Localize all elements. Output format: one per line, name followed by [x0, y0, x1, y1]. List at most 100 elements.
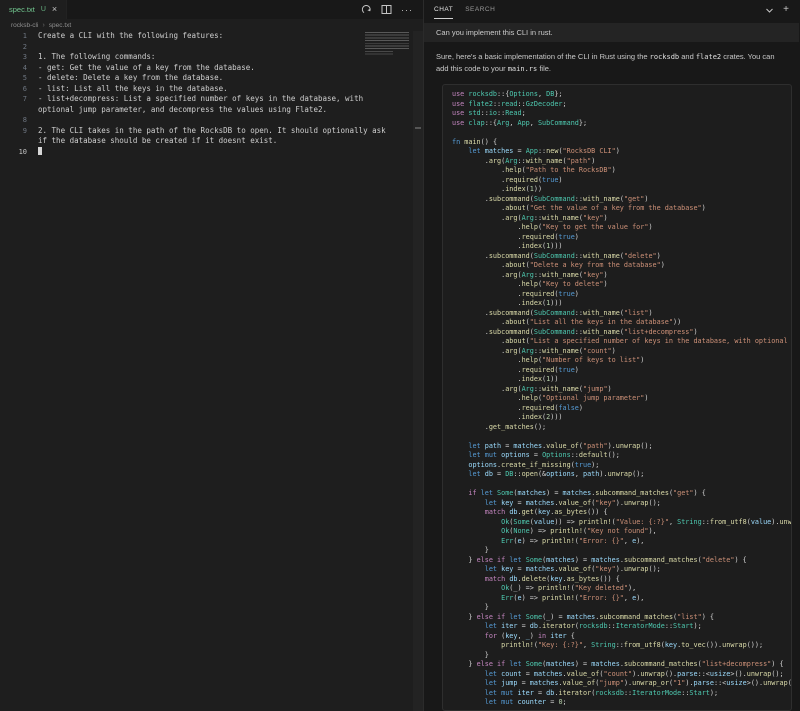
line-text: - list+decompress: List a specified numb…	[27, 94, 363, 105]
code-line: .subcommand(SubCommand::with_name("get")	[452, 195, 791, 205]
code-line: } else if let Some(_) = matches.subcomma…	[452, 613, 791, 623]
user-message: Can you implement this CLI in rust.	[424, 23, 799, 42]
code-line: .required(true)	[452, 176, 791, 186]
line-text: optional jump parameter, and decompress …	[27, 105, 327, 116]
code-line: fn main() {	[452, 138, 791, 148]
code-line: .arg(Arg::with_name("key")	[452, 214, 791, 224]
new-chat-plus-icon[interactable]: +	[783, 5, 789, 15]
git-untracked-badge: U	[41, 6, 46, 13]
assistant-message: Sure, here's a basic implementation of t…	[424, 42, 799, 79]
code-line: for (key, _) in iter {	[452, 632, 791, 642]
code-line: let iter = db.iterator(rocksdb::Iterator…	[452, 622, 791, 632]
code-line: .get_matches();	[452, 423, 791, 433]
line-text	[27, 147, 42, 158]
rust-code-block[interactable]: use rocksdb::{Options, DB};use flate2::r…	[442, 84, 792, 711]
line-text: Create a CLI with the following features…	[27, 31, 223, 42]
code-line: .arg(Arg::with_name("jump")	[452, 385, 791, 395]
code-line: .about("List all the keys in the databas…	[452, 318, 791, 328]
editor-line[interactable]: if the database should be created if it …	[0, 136, 423, 147]
code-line: .help("Path to the RocksDB")	[452, 166, 791, 176]
breadcrumb-file[interactable]: spec.txt	[49, 22, 71, 29]
close-icon[interactable]: ×	[52, 5, 57, 14]
editor-tab-bar: spec.txt U × ···	[0, 0, 423, 19]
more-actions-icon[interactable]: ···	[401, 5, 413, 15]
code-line: .about("Get the value of a key from the …	[452, 204, 791, 214]
code-line: .help("Number of keys to list")	[452, 356, 791, 366]
line-number: 9	[0, 126, 27, 137]
open-changes-icon[interactable]	[361, 4, 372, 15]
assistant-message-text: Sure, here's a basic implementation of t…	[436, 52, 775, 73]
line-number: 5	[0, 73, 27, 84]
chat-panel-header: CHAT SEARCH +	[424, 0, 799, 19]
editor-line[interactable]: 10	[0, 147, 423, 158]
editor-line[interactable]: 6- list: List all the keys in the databa…	[0, 84, 423, 95]
line-number	[0, 105, 27, 116]
code-line: .about("List a specified number of keys …	[452, 337, 791, 347]
split-editor-icon[interactable]	[381, 4, 392, 15]
code-line: .arg(Arg::with_name("count")	[452, 347, 791, 357]
editor-line[interactable]: 2	[0, 42, 423, 53]
editor-line[interactable]: optional jump parameter, and decompress …	[0, 105, 423, 116]
inline-code: flate2	[696, 53, 721, 61]
code-line: .required(false)	[452, 404, 791, 414]
line-text: if the database should be created if it …	[27, 136, 277, 147]
overview-cursor-marker	[415, 127, 421, 129]
code-line: let count = matches.value_of("count").un…	[452, 670, 791, 680]
line-number: 6	[0, 84, 27, 95]
line-text: 1. The following commands:	[27, 52, 155, 63]
message-text: file.	[537, 64, 551, 73]
code-line: .required(true)	[452, 366, 791, 376]
message-text: and	[679, 52, 696, 61]
chat-conversation: Can you implement this CLI in rust. Sure…	[424, 19, 799, 711]
chevron-down-icon[interactable]	[765, 1, 774, 19]
code-line: println!("Key: {:?}", String::from_utf8(…	[452, 641, 791, 651]
line-number: 10	[0, 147, 27, 158]
code-line: use rocksdb::{Options, DB};	[452, 90, 791, 100]
code-line	[452, 432, 791, 442]
editor-line[interactable]: 31. The following commands:	[0, 52, 423, 63]
vscode-window: spec.txt U × ··· rocksb-cli › spec.txt 1…	[0, 0, 800, 711]
editor-line[interactable]: 92. The CLI takes in the path of the Roc…	[0, 126, 423, 137]
editor-line[interactable]: 1Create a CLI with the following feature…	[0, 31, 423, 42]
tab-chat[interactable]: CHAT	[434, 0, 453, 19]
editor-line[interactable]: 5- delete: Delete a key from the databas…	[0, 73, 423, 84]
line-text	[27, 115, 38, 126]
message-text: Sure, here's a basic implementation of t…	[436, 52, 650, 61]
minimap[interactable]	[365, 32, 409, 51]
breadcrumb-folder[interactable]: rocksb-cli	[11, 22, 38, 29]
code-line: let key = matches.value_of("key").unwrap…	[452, 565, 791, 575]
code-line	[452, 480, 791, 490]
editor-line[interactable]: 8	[0, 115, 423, 126]
code-line: let jump = matches.value_of("jump").unwr…	[452, 679, 791, 689]
code-line: .subcommand(SubCommand::with_name("list+…	[452, 328, 791, 338]
code-line: .help("Optional jump parameter")	[452, 394, 791, 404]
tab-spec-txt[interactable]: spec.txt U ×	[0, 0, 67, 19]
code-line: if let Some(matches) = matches.subcomman…	[452, 489, 791, 499]
chevron-right-icon: ›	[42, 22, 44, 29]
text-editor[interactable]: 1Create a CLI with the following feature…	[0, 31, 423, 711]
code-line	[452, 128, 791, 138]
code-line: .subcommand(SubCommand::with_name("list"…	[452, 309, 791, 319]
code-line: let db = DB::open(&options, path).unwrap…	[452, 470, 791, 480]
breadcrumb[interactable]: rocksb-cli › spec.txt	[0, 19, 423, 31]
code-line: .index(1)))	[452, 242, 791, 252]
line-number: 3	[0, 52, 27, 63]
code-line: Ok(_) => println!("Key deleted"),	[452, 584, 791, 594]
overview-ruler-scrollbar[interactable]	[413, 31, 423, 711]
code-line: .index(1)))	[452, 299, 791, 309]
editor-line[interactable]: 7- list+decompress: List a specified num…	[0, 94, 423, 105]
line-text: - list: List all the keys in the databas…	[27, 84, 228, 95]
code-line: }	[452, 603, 791, 613]
tab-search[interactable]: SEARCH	[465, 0, 495, 19]
chat-header-icons: +	[765, 0, 789, 19]
editor-line[interactable]: 4- get: Get the value of a key from the …	[0, 63, 423, 74]
code-line: match db.get(key.as_bytes()) {	[452, 508, 791, 518]
code-line: match db.delete(key.as_bytes()) {	[452, 575, 791, 585]
editor-lines: 1Create a CLI with the following feature…	[0, 31, 423, 157]
code-line: let mut iter = db.iterator(rocksdb::Iter…	[452, 689, 791, 699]
code-line: } else if let Some(matches) = matches.su…	[452, 660, 791, 670]
code-line: Err(e) => println!("Error: {}", e),	[452, 537, 791, 547]
code-line: options.create_if_missing(true);	[452, 461, 791, 471]
line-number: 8	[0, 115, 27, 126]
line-number: 2	[0, 42, 27, 53]
